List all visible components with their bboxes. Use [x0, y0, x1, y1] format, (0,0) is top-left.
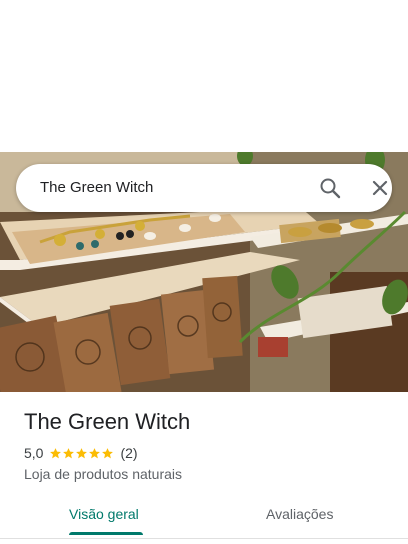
tab-bar: Visão geral Avaliações — [0, 496, 408, 538]
star-rating — [49, 447, 114, 460]
place-title: The Green Witch — [24, 409, 191, 434]
search-query-text[interactable]: The Green Witch — [40, 178, 153, 198]
top-blank-area — [0, 0, 408, 152]
star-icon — [76, 447, 88, 458]
review-count[interactable]: (2) — [120, 445, 137, 461]
search-bar[interactable]: The Green Witch — [16, 164, 392, 212]
rating-row[interactable]: 5,0 (2) — [24, 443, 138, 463]
tabs-divider — [0, 538, 408, 539]
place-category: Loja de produtos naturais — [24, 466, 182, 482]
tab-overview[interactable]: Visão geral — [69, 504, 139, 524]
star-icon — [89, 447, 101, 458]
star-icon — [50, 447, 62, 458]
search-icon[interactable] — [318, 176, 342, 200]
rating-value: 5,0 — [24, 445, 44, 461]
star-icon — [102, 447, 114, 458]
star-icon — [63, 447, 75, 458]
close-icon[interactable] — [368, 176, 392, 200]
tab-selected-indicator — [69, 532, 143, 535]
tab-reviews[interactable]: Avaliações — [266, 504, 333, 524]
